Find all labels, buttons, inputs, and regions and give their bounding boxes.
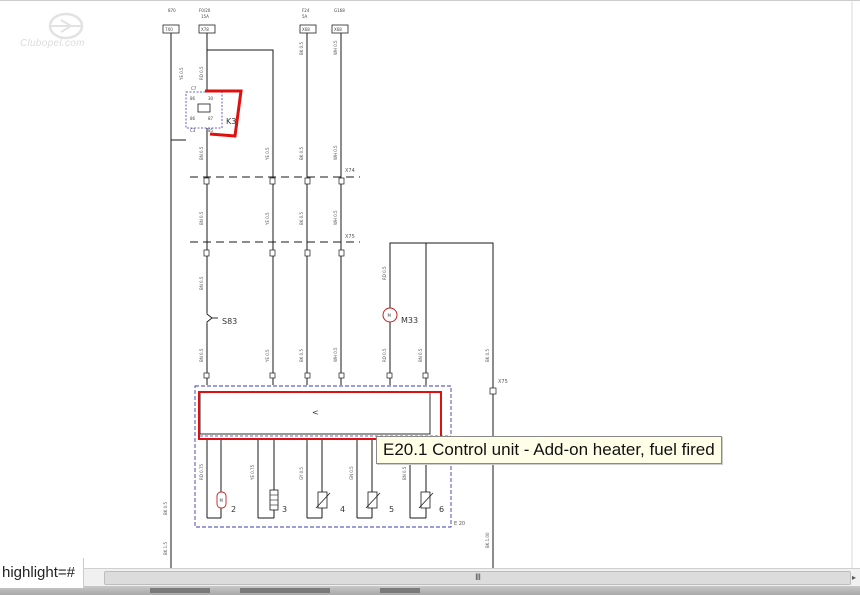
component-3: 3 bbox=[269, 489, 287, 514]
svg-text:BN 0.5: BN 0.5 bbox=[199, 211, 204, 225]
scrollbar-thumb[interactable]: III bbox=[104, 571, 851, 585]
wires bbox=[170, 33, 494, 568]
svg-text:F24: F24 bbox=[302, 8, 310, 13]
svg-text:M: M bbox=[388, 313, 392, 318]
component-5: 5 bbox=[365, 491, 394, 514]
svg-text:RD 0.5: RD 0.5 bbox=[382, 348, 387, 362]
svg-text:3: 3 bbox=[282, 505, 287, 514]
terminal-f020: F0/20 15A X78 bbox=[198, 8, 216, 34]
scroll-right-icon[interactable]: ▸ bbox=[848, 569, 860, 586]
taskbar-block bbox=[240, 588, 330, 593]
taskbar-block bbox=[380, 588, 420, 593]
taskbar-strip bbox=[0, 586, 860, 595]
svg-text:F0/20: F0/20 bbox=[199, 8, 211, 13]
svg-text:M33: M33 bbox=[401, 316, 418, 325]
component-4: 4 bbox=[315, 491, 345, 514]
terminal-f24: F24 5A X68 bbox=[299, 8, 317, 34]
switch-s83: S83 bbox=[203, 310, 237, 326]
watermark-logo-icon bbox=[48, 12, 84, 40]
taskbar-block bbox=[150, 588, 210, 593]
svg-text:WH 0.5: WH 0.5 bbox=[333, 347, 338, 362]
svg-text:BK 1.00: BK 1.00 bbox=[485, 532, 490, 548]
svg-text:86: 86 bbox=[190, 96, 196, 101]
svg-text:M: M bbox=[220, 498, 224, 503]
svg-text:X68: X68 bbox=[334, 27, 342, 32]
connector-x74: X74 bbox=[190, 168, 360, 185]
svg-text:WH 0.5: WH 0.5 bbox=[333, 145, 338, 160]
svg-text:BN 0.5: BN 0.5 bbox=[199, 348, 204, 362]
svg-text:6: 6 bbox=[439, 505, 444, 514]
svg-text:BK 1.5: BK 1.5 bbox=[163, 542, 168, 555]
svg-text:BK 0.5: BK 0.5 bbox=[299, 147, 304, 160]
svg-text:BN 0.5: BN 0.5 bbox=[418, 348, 423, 362]
wiring-diagram: 870 7X0 F0/20 15A X78 F24 5A X68 G168 X6… bbox=[0, 0, 860, 568]
svg-text:RD 0.5: RD 0.5 bbox=[199, 66, 204, 80]
svg-text:WH 0.5: WH 0.5 bbox=[333, 40, 338, 55]
terminal-g168: G168 X68 bbox=[331, 8, 349, 34]
svg-text:BK 0.5: BK 0.5 bbox=[299, 42, 304, 55]
svg-text:5: 5 bbox=[389, 505, 394, 514]
svg-text:WH 0.5: WH 0.5 bbox=[333, 210, 338, 225]
component-2: M 2 bbox=[216, 491, 236, 514]
relay-k3: C7 86 30 86 87 C3 85 K3 bbox=[185, 86, 243, 138]
svg-text:GN 0.5: GN 0.5 bbox=[349, 466, 354, 480]
svg-text:X74: X74 bbox=[345, 168, 355, 174]
svg-text:YE 0.5: YE 0.5 bbox=[265, 212, 270, 226]
connector-x75: X75 bbox=[190, 234, 360, 257]
svg-text:YE 0.5: YE 0.5 bbox=[179, 67, 184, 81]
svg-text:30: 30 bbox=[208, 96, 214, 101]
scrollbar-grip-icon: III bbox=[475, 573, 481, 583]
svg-text:C7: C7 bbox=[191, 86, 197, 91]
watermark-text: Clubopel.com bbox=[20, 38, 85, 49]
svg-text:5A: 5A bbox=[302, 14, 308, 19]
svg-text:BK 0.5: BK 0.5 bbox=[299, 349, 304, 362]
svg-text:870: 870 bbox=[168, 8, 176, 13]
diagram-viewer[interactable]: 870 7X0 F0/20 15A X78 F24 5A X68 G168 X6… bbox=[0, 0, 860, 568]
svg-text:85: 85 bbox=[208, 128, 214, 133]
svg-text:YE 0.75: YE 0.75 bbox=[250, 464, 255, 481]
component-6: 6 bbox=[418, 491, 444, 514]
svg-text:86: 86 bbox=[190, 116, 196, 121]
pin-markers bbox=[203, 372, 429, 379]
svg-text:RD 0.5: RD 0.5 bbox=[382, 266, 387, 280]
status-bar-text: highlight=# bbox=[0, 558, 84, 588]
svg-text:S83: S83 bbox=[222, 317, 237, 326]
control-unit-highlight bbox=[198, 391, 442, 440]
svg-text:G168: G168 bbox=[334, 8, 345, 13]
svg-text:YE 0.5: YE 0.5 bbox=[265, 147, 270, 161]
motor-m33: M M33 bbox=[382, 307, 418, 325]
svg-text:X75: X75 bbox=[498, 379, 508, 385]
horizontal-scrollbar[interactable]: III ▸ bbox=[0, 568, 860, 586]
svg-text:RD 0.75: RD 0.75 bbox=[199, 464, 204, 480]
svg-text:7X0: 7X0 bbox=[165, 27, 173, 32]
svg-text:C3: C3 bbox=[190, 128, 196, 133]
component-tooltip: E20.1 Control unit - Add-on heater, fuel… bbox=[376, 436, 722, 464]
svg-text:BK 0.5: BK 0.5 bbox=[485, 349, 490, 362]
svg-text:87: 87 bbox=[208, 116, 214, 121]
svg-text:<: < bbox=[312, 408, 319, 417]
svg-text:BN 0.5: BN 0.5 bbox=[199, 146, 204, 160]
svg-text:15A: 15A bbox=[201, 14, 209, 19]
terminal-870: 870 7X0 bbox=[162, 8, 180, 34]
svg-text:K3: K3 bbox=[226, 117, 236, 126]
svg-text:X78: X78 bbox=[201, 27, 209, 32]
svg-text:BK 0.5: BK 0.5 bbox=[299, 212, 304, 225]
svg-text:BN 0.5: BN 0.5 bbox=[402, 466, 407, 480]
svg-text:X75: X75 bbox=[345, 234, 355, 240]
svg-text:BK 0.5: BK 0.5 bbox=[163, 502, 168, 515]
svg-text:BN 0.5: BN 0.5 bbox=[199, 276, 204, 290]
svg-text:GY 0.5: GY 0.5 bbox=[299, 467, 304, 480]
svg-text:X68: X68 bbox=[302, 27, 310, 32]
svg-text:2: 2 bbox=[231, 505, 236, 514]
svg-text:4: 4 bbox=[340, 505, 345, 514]
svg-text:E 20: E 20 bbox=[454, 521, 465, 527]
svg-text:YE 0.5: YE 0.5 bbox=[265, 349, 270, 363]
